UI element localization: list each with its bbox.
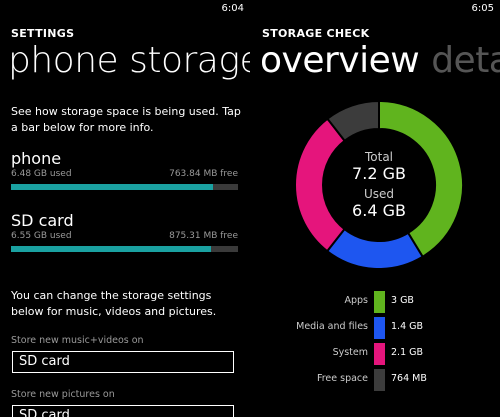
app-title: SETTINGS: [11, 27, 75, 40]
pictures-location-label: Store new pictures on: [11, 389, 115, 400]
music-location-label: Store new music+videos on: [11, 335, 144, 346]
page-title: phone storage: [8, 40, 250, 81]
legend-value: 2.1 GB: [391, 347, 424, 358]
storage-free: 763.84 MB free: [169, 169, 238, 179]
storage-intro-text: See how storage space is being used. Tap…: [11, 105, 241, 134]
storage-used: 6.48 GB used: [11, 169, 72, 179]
pictures-location-picker[interactable]: SD card: [12, 405, 234, 417]
storage-name: SD card: [11, 211, 74, 230]
storage-settings-intro: You can change the storage settings belo…: [11, 289, 217, 318]
storage-bar-phone[interactable]: phone 6.48 GB used 763.84 MB free: [11, 150, 238, 190]
pivot-tab-details[interactable]: details: [431, 40, 500, 81]
storage-donut-chart: Total 7.2 GB Used 6.4 GB: [294, 99, 464, 270]
legend-swatch: [374, 343, 385, 365]
legend-label: Apps: [344, 295, 368, 306]
total-label: Total: [364, 150, 394, 164]
pivot-header: overview details: [260, 40, 500, 81]
legend-label: Free space: [316, 373, 368, 384]
storage-used: 6.55 GB used: [11, 231, 72, 241]
storage-bar-fill: [11, 246, 211, 252]
used-value: 6.4 GB: [352, 201, 406, 220]
legend-row-system: System 2.1 GB: [252, 343, 500, 365]
storage-bar-track[interactable]: [11, 246, 238, 252]
legend-swatch: [374, 317, 385, 339]
app-title: STORAGE CHECK: [262, 27, 370, 40]
donut-center: Total 7.2 GB Used 6.4 GB: [294, 150, 464, 220]
donut-segment-media-and-files[interactable]: [325, 227, 425, 270]
legend-label: Media and files: [296, 321, 368, 332]
legend-swatch: [374, 291, 385, 313]
storage-bar-track[interactable]: [11, 184, 238, 190]
legend-value: 3 GB: [391, 295, 414, 306]
legend-row-apps: Apps 3 GB: [252, 291, 500, 313]
storage-bar-fill: [11, 184, 214, 190]
storage-check-screen: 6:05 STORAGE CHECK overview details Total…: [252, 0, 500, 417]
pivot-tab-overview[interactable]: overview: [260, 40, 420, 81]
settings-screen: 6:04 SETTINGS phone storage See how stor…: [0, 0, 250, 417]
storage-free: 875.31 MB free: [169, 231, 238, 241]
legend-row-free-space: Free space 764 MB: [252, 369, 500, 391]
legend-label: System: [332, 347, 368, 358]
total-value: 7.2 GB: [352, 164, 406, 183]
legend-row-media: Media and files 1.4 GB: [252, 317, 500, 339]
status-clock: 6:05: [471, 3, 494, 14]
legend-value: 1.4 GB: [391, 321, 424, 332]
status-clock: 6:04: [221, 3, 244, 14]
music-location-picker[interactable]: SD card: [12, 351, 234, 373]
legend-swatch: [374, 369, 385, 391]
used-label: Used: [363, 187, 395, 201]
legend-value: 764 MB: [391, 373, 427, 384]
storage-bar-sd-card[interactable]: SD card 6.55 GB used 875.31 MB free: [11, 212, 238, 252]
storage-name: phone: [11, 149, 62, 168]
